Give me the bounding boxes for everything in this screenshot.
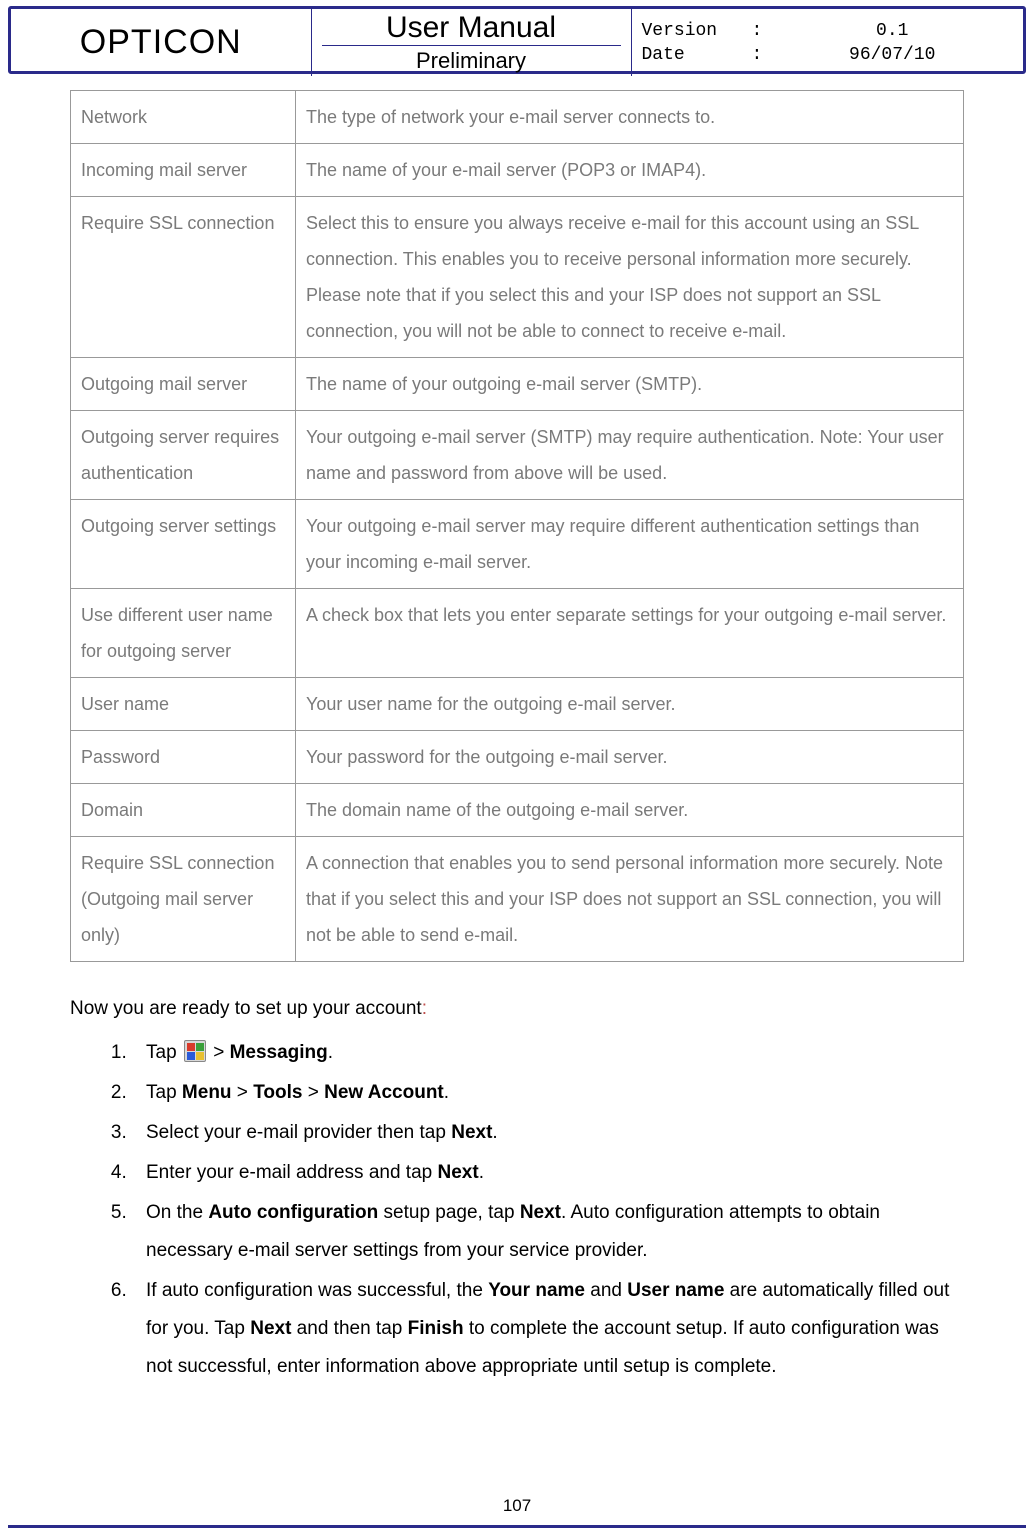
step6-next: Next: [250, 1318, 291, 1339]
step5-a: On the: [146, 1202, 208, 1223]
step2-a: Tap: [146, 1082, 182, 1103]
step2-gt2: >: [302, 1082, 324, 1103]
step4-d: .: [479, 1162, 484, 1183]
title-bot: Preliminary: [322, 46, 621, 76]
step2-gt1: >: [232, 1082, 254, 1103]
table-row: Require SSL connection Select this to en…: [71, 197, 964, 358]
step6-yourname: Your name: [488, 1280, 585, 1301]
desc-cell: The type of network your e-mail server c…: [296, 91, 964, 144]
step6-a: If auto configuration was successful, th…: [146, 1280, 488, 1301]
term-cell: Require SSL connection (Outgoing mail se…: [71, 837, 296, 962]
intro-text: Now you are ready to set up your account: [70, 998, 422, 1019]
step6-finish: Finish: [408, 1318, 464, 1339]
term-cell: Outgoing server settings: [71, 500, 296, 589]
term-cell: Incoming mail server: [71, 144, 296, 197]
table-row: Outgoing mail server The name of your ou…: [71, 358, 964, 411]
desc-cell: Your outgoing e-mail server may require …: [296, 500, 964, 589]
list-item: Tap > Messaging.: [132, 1034, 964, 1072]
desc-cell: A check box that lets you enter separate…: [296, 589, 964, 678]
definitions-table: Network The type of network your e-mail …: [70, 90, 964, 962]
step4-a: Enter your e-mail address and tap: [146, 1162, 438, 1183]
date-colon: :: [752, 45, 772, 65]
meta-cell: Version : 0.1 Date : 96/07/10: [631, 9, 1023, 76]
step2-d: .: [444, 1082, 449, 1103]
title-top: User Manual: [322, 9, 621, 46]
term-cell: Outgoing server requires authentication: [71, 411, 296, 500]
desc-cell: The name of your e-mail server (POP3 or …: [296, 144, 964, 197]
step6-username: User name: [627, 1280, 724, 1301]
step5-auto: Auto configuration: [208, 1202, 378, 1223]
list-item: Enter your e-mail address and tap Next.: [132, 1154, 964, 1192]
table-row: User name Your user name for the outgoin…: [71, 678, 964, 731]
content-area: Network The type of network your e-mail …: [0, 0, 1034, 1386]
table-row: Network The type of network your e-mail …: [71, 91, 964, 144]
table-row: Outgoing server requires authentication …: [71, 411, 964, 500]
meta-version-row: Version : 0.1: [642, 19, 1014, 43]
step1-a: Tap: [146, 1042, 182, 1063]
desc-cell: Select this to ensure you always receive…: [296, 197, 964, 358]
list-item: Tap Menu > Tools > New Account.: [132, 1074, 964, 1112]
step5-next: Next: [520, 1202, 561, 1223]
page-number: 107: [0, 1496, 1034, 1516]
step5-b: setup page, tap: [378, 1202, 520, 1223]
header-box: OPTICON User Manual Preliminary Version …: [8, 6, 1026, 74]
date-value: 96/07/10: [772, 45, 1014, 65]
desc-cell: Your outgoing e-mail server (SMTP) may r…: [296, 411, 964, 500]
version-colon: :: [752, 21, 772, 41]
steps-list: Tap > Messaging. Tap Menu > Tools > New …: [70, 1034, 964, 1386]
step3-a: Select your e-mail provider then tap: [146, 1122, 451, 1143]
version-label: Version: [642, 21, 752, 41]
step1-b: >: [208, 1042, 230, 1063]
brand-cell: OPTICON: [11, 9, 311, 76]
step4-next: Next: [438, 1162, 479, 1183]
list-item: On the Auto configuration setup page, ta…: [132, 1194, 964, 1270]
desc-cell: Your user name for the outgoing e-mail s…: [296, 678, 964, 731]
step6-b: and: [585, 1280, 627, 1301]
meta-date-row: Date : 96/07/10: [642, 43, 1014, 67]
step1-d: .: [328, 1042, 333, 1063]
brand-text: OPTICON: [80, 23, 242, 61]
step3-d: .: [492, 1122, 497, 1143]
table-row: Use different user name for outgoing ser…: [71, 589, 964, 678]
desc-cell: The domain name of the outgoing e-mail s…: [296, 784, 964, 837]
desc-cell: Your password for the outgoing e-mail se…: [296, 731, 964, 784]
intro-colon: :: [422, 998, 427, 1019]
desc-cell: The name of your outgoing e-mail server …: [296, 358, 964, 411]
table-row: Password Your password for the outgoing …: [71, 731, 964, 784]
bottom-rule: [8, 1525, 1026, 1528]
list-item: Select your e-mail provider then tap Nex…: [132, 1114, 964, 1152]
step2-tools: Tools: [253, 1082, 302, 1103]
desc-cell: A connection that enables you to send pe…: [296, 837, 964, 962]
step2-menu: Menu: [182, 1082, 232, 1103]
title-cell: User Manual Preliminary: [311, 9, 631, 76]
header-table: OPTICON User Manual Preliminary Version …: [11, 9, 1023, 76]
step3-next: Next: [451, 1122, 492, 1143]
table-row: Outgoing server settings Your outgoing e…: [71, 500, 964, 589]
start-icon: [184, 1040, 206, 1062]
table-row: Incoming mail server The name of your e-…: [71, 144, 964, 197]
term-cell: Use different user name for outgoing ser…: [71, 589, 296, 678]
table-row: Require SSL connection (Outgoing mail se…: [71, 837, 964, 962]
term-cell: Outgoing mail server: [71, 358, 296, 411]
version-value: 0.1: [772, 21, 1014, 41]
table-row: Domain The domain name of the outgoing e…: [71, 784, 964, 837]
step2-new: New Account: [324, 1082, 444, 1103]
term-cell: Password: [71, 731, 296, 784]
date-label: Date: [642, 45, 752, 65]
intro-paragraph: Now you are ready to set up your account…: [70, 990, 964, 1028]
term-cell: Domain: [71, 784, 296, 837]
term-cell: User name: [71, 678, 296, 731]
step6-d: and then tap: [291, 1318, 407, 1339]
term-cell: Require SSL connection: [71, 197, 296, 358]
term-cell: Network: [71, 91, 296, 144]
list-item: If auto configuration was successful, th…: [132, 1272, 964, 1386]
step1-messaging: Messaging: [230, 1042, 328, 1063]
